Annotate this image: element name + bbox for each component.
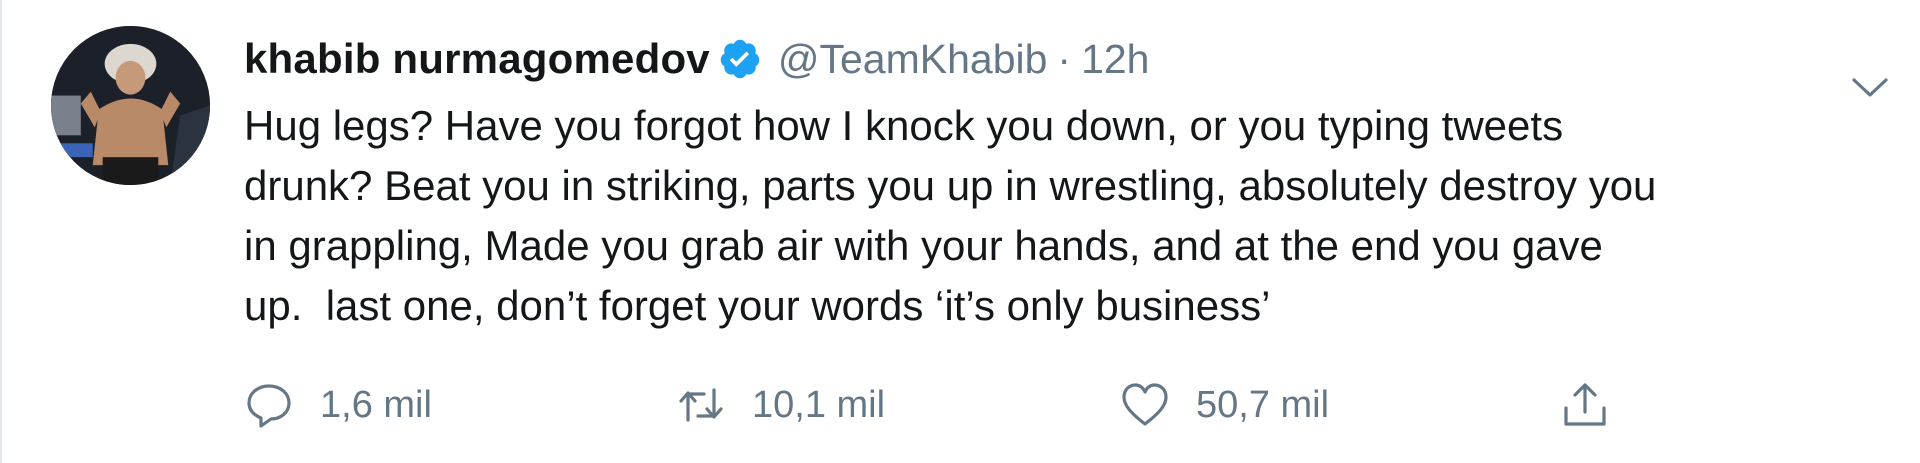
chevron-down-icon[interactable] — [1850, 76, 1890, 100]
like-button[interactable]: 50,7 mil — [1120, 375, 1329, 435]
tweet-card[interactable]: khabib nurmagomedov @TeamKhabib · 12h Hu… — [0, 0, 1920, 463]
tweet-timestamp[interactable]: 12h — [1081, 36, 1149, 83]
header-separator: · — [1057, 35, 1072, 82]
tweet-header: khabib nurmagomedov @TeamKhabib · 12h — [244, 30, 1890, 88]
retweet-button[interactable]: 10,1 mil — [676, 375, 885, 435]
tweet-text: Hug legs? Have you forgot how I knock yo… — [244, 102, 1657, 329]
display-name[interactable]: khabib nurmagomedov — [244, 35, 710, 83]
share-button[interactable] — [1560, 375, 1610, 435]
share-upload-icon — [1560, 380, 1610, 430]
verified-badge-icon — [718, 37, 762, 81]
reply-button[interactable]: 1,6 mil — [244, 375, 432, 435]
timeline-divider — [0, 0, 2, 463]
heart-icon — [1120, 380, 1170, 430]
reply-count: 1,6 mil — [320, 383, 432, 426]
retweet-count: 10,1 mil — [752, 383, 886, 426]
avatar-photo-icon — [51, 26, 210, 185]
user-handle[interactable]: @TeamKhabib — [778, 36, 1048, 83]
retweet-icon — [676, 380, 726, 430]
reply-bubble-icon — [244, 380, 294, 430]
avatar[interactable] — [51, 26, 210, 185]
like-count: 50,7 mil — [1196, 383, 1330, 426]
tweet-actions: 1,6 mil 10,1 mil 50,7 mil — [244, 375, 1644, 435]
tweet-content: khabib nurmagomedov @TeamKhabib · 12h Hu… — [244, 30, 1890, 336]
